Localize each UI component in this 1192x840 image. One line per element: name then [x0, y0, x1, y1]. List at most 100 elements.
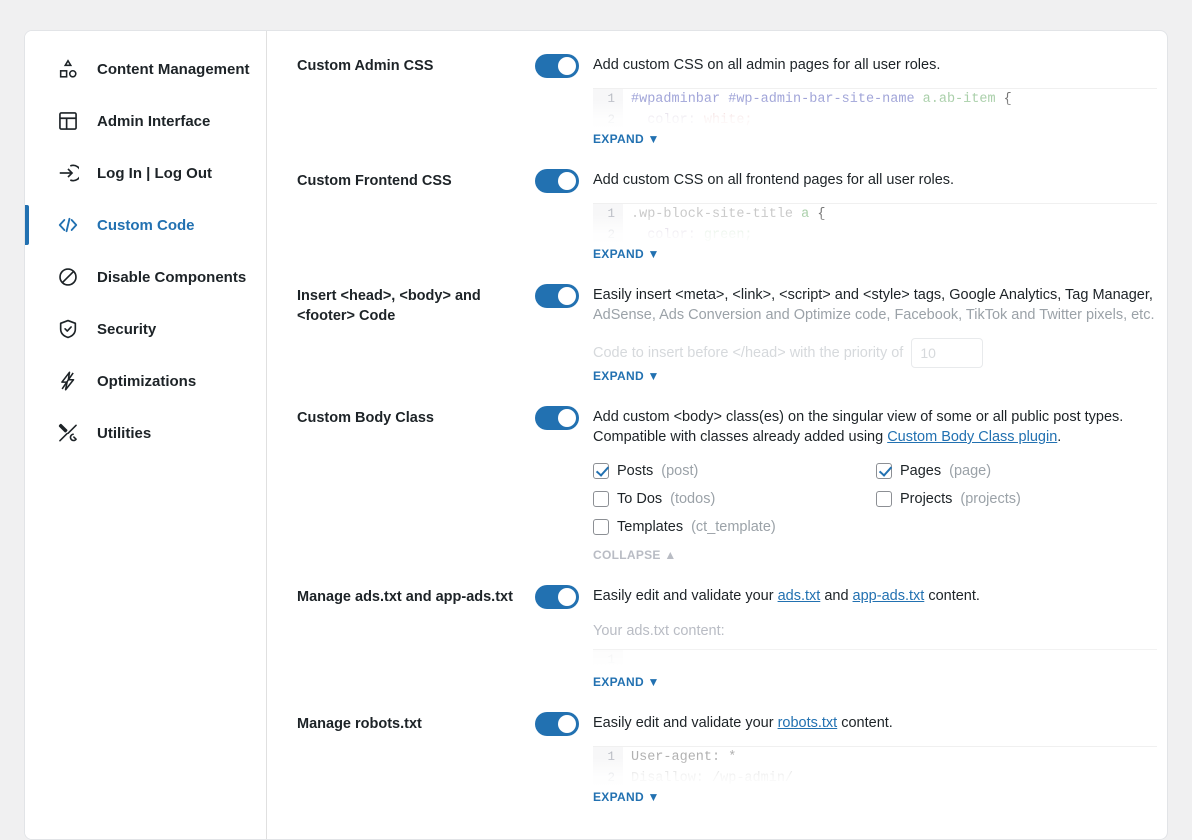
no-entry-icon	[57, 266, 79, 288]
checkbox-posts[interactable]	[593, 463, 609, 479]
checkbox-label: Templates	[617, 519, 683, 535]
expand-button-ads-txt[interactable]: EXPAND ▼	[593, 675, 1157, 689]
expand-button-admin-css[interactable]: EXPAND ▼	[593, 132, 1157, 146]
tools-icon	[57, 422, 79, 444]
code-token: Disallow: /wp-admin/	[623, 771, 793, 786]
row-title: Insert <head>, <body> and <footer> Code	[297, 283, 535, 326]
checkbox-slug: (projects)	[960, 491, 1020, 507]
sidebar-item-label: Content Management	[97, 61, 250, 78]
row-title: Custom Frontend CSS	[297, 168, 535, 191]
sidebar-item-custom-code[interactable]: Custom Code	[25, 199, 266, 251]
toggle-custom-admin-css[interactable]	[535, 54, 579, 78]
sidebar-item-label: Optimizations	[97, 373, 196, 390]
sidebar-item-admin-interface[interactable]: Admin Interface	[25, 95, 266, 147]
checkbox-templates[interactable]	[593, 519, 609, 535]
line-number: 1	[593, 89, 623, 110]
lightning-bolt-icon	[57, 370, 79, 392]
line-number: 1	[593, 747, 623, 768]
app-ads-txt-link[interactable]: app-ads.txt	[853, 588, 925, 604]
checkbox-label: Posts	[617, 463, 653, 479]
checkbox-label: Pages	[900, 463, 941, 479]
checkbox-slug: (post)	[661, 463, 698, 479]
robots-txt-link[interactable]: robots.txt	[778, 715, 838, 731]
setting-row-insert-code: Insert <head>, <body> and <footer> Code …	[297, 283, 1157, 383]
toggle-custom-frontend-css[interactable]	[535, 169, 579, 193]
row-description-line1: Add custom <body> class(es) on the singu…	[593, 409, 1123, 425]
checkbox-row-templates[interactable]: Templates (ct_template)	[593, 515, 876, 538]
line-number: 1	[593, 650, 623, 667]
ads-txt-editor-preview[interactable]: 1	[593, 649, 1157, 667]
expand-button-insert-code[interactable]: EXPAND ▼	[593, 369, 1157, 383]
row-description-mid: and	[820, 588, 852, 604]
line-number: 2	[593, 110, 623, 130]
checkbox-row-pages[interactable]: Pages (page)	[876, 459, 1159, 482]
sidebar-item-label: Disable Components	[97, 269, 246, 286]
login-arrow-icon	[57, 162, 79, 184]
setting-row-custom-frontend-css: Custom Frontend CSS Add custom CSS on al…	[297, 168, 1157, 261]
setting-row-ads-txt: Manage ads.txt and app-ads.txt Easily ed…	[297, 584, 1157, 689]
checkbox-slug: (ct_template)	[691, 519, 776, 535]
settings-main: Custom Admin CSS Add custom CSS on all a…	[267, 31, 1167, 839]
row-description: Add custom CSS on all admin pages for al…	[593, 53, 940, 75]
toggle-custom-body-class[interactable]	[535, 406, 579, 430]
checkbox-pages[interactable]	[876, 463, 892, 479]
setting-row-custom-body-class: Custom Body Class Add custom <body> clas…	[297, 405, 1157, 562]
code-token: .wp-block-site-title	[631, 207, 801, 222]
code-token: {	[996, 92, 1012, 107]
sidebar-item-label: Custom Code	[97, 217, 195, 234]
sidebar-item-label: Log In | Log Out	[97, 165, 212, 182]
code-token: #wpadminbar #wp-admin-bar-site-name	[631, 92, 923, 107]
ads-txt-content-label: Your ads.txt content:	[593, 623, 1157, 639]
checkbox-slug: (todos)	[670, 491, 715, 507]
layout-icon	[57, 110, 79, 132]
sidebar-item-utilities[interactable]: Utilities	[25, 407, 266, 459]
row-description-line2-post: .	[1057, 429, 1061, 445]
code-token: User-agent: *	[623, 750, 736, 765]
ads-txt-link[interactable]: ads.txt	[778, 588, 821, 604]
sidebar-item-optimizations[interactable]: Optimizations	[25, 355, 266, 407]
custom-body-class-plugin-link[interactable]: Custom Body Class plugin	[887, 429, 1057, 445]
row-description-line2: AdSense, Ads Conversion and Optimize cod…	[593, 307, 1155, 323]
sidebar-item-login-logout[interactable]: Log In | Log Out	[25, 147, 266, 199]
checkbox-todos[interactable]	[593, 491, 609, 507]
row-title: Manage robots.txt	[297, 711, 535, 734]
collapse-button-body-class[interactable]: COLLAPSE ▲	[593, 548, 1157, 562]
row-title: Custom Body Class	[297, 405, 535, 428]
checkbox-row-todos[interactable]: To Dos (todos)	[593, 487, 876, 510]
checkbox-row-projects[interactable]: Projects (projects)	[876, 487, 1159, 510]
sidebar-item-label: Security	[97, 321, 156, 338]
setting-row-custom-admin-css: Custom Admin CSS Add custom CSS on all a…	[297, 53, 1157, 146]
toggle-insert-code[interactable]	[535, 284, 579, 308]
row-description-line2-pre: Compatible with classes already added us…	[593, 429, 887, 445]
code-token: a.ab-item	[923, 92, 996, 107]
code-token: color:	[631, 228, 704, 243]
sidebar-item-security[interactable]: Security	[25, 303, 266, 355]
row-title: Custom Admin CSS	[297, 53, 535, 76]
row-description-post: content.	[837, 715, 893, 731]
toggle-ads-txt[interactable]	[535, 585, 579, 609]
expand-button-robots-txt[interactable]: EXPAND ▼	[593, 790, 1157, 804]
checkbox-projects[interactable]	[876, 491, 892, 507]
expand-button-frontend-css[interactable]: EXPAND ▼	[593, 247, 1157, 261]
line-number: 2	[593, 768, 623, 788]
code-token: color:	[631, 113, 704, 128]
code-brackets-icon	[57, 214, 79, 236]
shield-check-icon	[57, 318, 79, 340]
code-preview-robots-txt[interactable]: 1 User-agent: * 2 Disallow: /wp-admin/	[593, 746, 1157, 788]
checkbox-row-posts[interactable]: Posts (post)	[593, 459, 876, 482]
sidebar-item-disable-components[interactable]: Disable Components	[25, 251, 266, 303]
sidebar-item-label: Utilities	[97, 425, 151, 442]
shapes-icon	[57, 58, 79, 80]
row-description: Add custom CSS on all frontend pages for…	[593, 168, 954, 190]
row-description-pre: Easily edit and validate your	[593, 588, 778, 604]
code-preview-frontend-css[interactable]: 1 .wp-block-site-title a { 2 color: gree…	[593, 203, 1157, 245]
checkbox-label: To Dos	[617, 491, 662, 507]
sidebar-item-content-management[interactable]: Content Management	[25, 43, 266, 95]
priority-input[interactable]: 10	[911, 338, 983, 368]
insert-code-priority-row: Code to insert before </head> with the p…	[593, 339, 1157, 367]
row-description-pre: Easily edit and validate your	[593, 715, 778, 731]
code-preview-admin-css[interactable]: 1 #wpadminbar #wp-admin-bar-site-name a.…	[593, 88, 1157, 130]
sidebar-item-label: Admin Interface	[97, 113, 210, 130]
post-type-checkbox-grid: Posts (post) Pages (page) To Dos (todos)	[593, 459, 1153, 538]
toggle-robots-txt[interactable]	[535, 712, 579, 736]
